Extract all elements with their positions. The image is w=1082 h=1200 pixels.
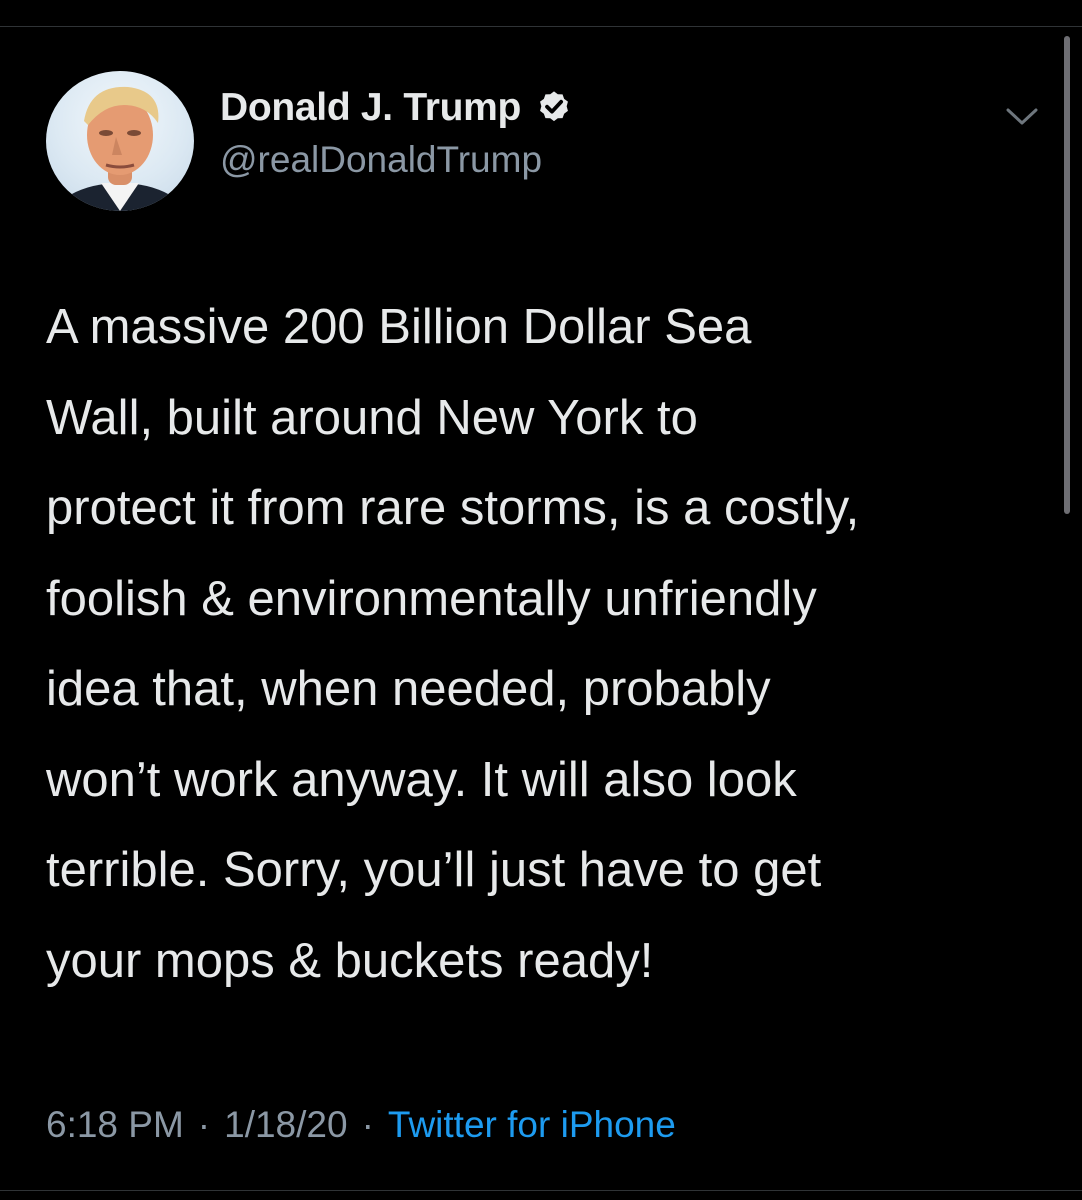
avatar[interactable] [46, 71, 194, 211]
tweet-menu-button[interactable] [1000, 100, 1044, 134]
verified-badge-icon [540, 91, 568, 122]
tweet-line: won’t work anyway. It will also look [46, 752, 797, 807]
display-name[interactable]: Donald J. Trump [220, 86, 521, 130]
tweet-time[interactable]: 6:18 PM [46, 1104, 184, 1146]
scrollbar[interactable] [1064, 36, 1070, 514]
author-header[interactable]: Donald J. Trump [220, 84, 573, 132]
user-handle[interactable]: @realDonaldTrump [220, 138, 542, 182]
avatar-portrait [53, 86, 187, 211]
tweet-line: Wall, built around New York to [46, 390, 698, 445]
tweet-text: A massive 200 Billion Dollar Sea Wall, b… [46, 282, 1046, 1006]
meta-separator: · [361, 1104, 374, 1145]
tweet-line: terrible. Sorry, you’ll just have to get [46, 843, 822, 897]
tweet-metadata: 6:18 PM · 1/18/20 · Twitter for iPhone [46, 1100, 676, 1150]
chevron-down-icon [1006, 108, 1038, 125]
tweet-line: A massive 200 Billion Dollar Sea [46, 300, 752, 354]
tweet-line: foolish & environmentally unfriendly [46, 571, 817, 626]
top-divider [0, 26, 1082, 27]
meta-separator: · [197, 1104, 211, 1145]
tweet-line: your mops & buckets ready! [46, 933, 654, 988]
tweet-line: idea that, when needed, probably [46, 662, 771, 716]
tweet-date[interactable]: 1/18/20 [224, 1104, 347, 1146]
tweet-line: protect it from rare storms, is a costly… [46, 481, 860, 535]
bottom-divider [0, 1190, 1082, 1191]
tweet-source-link[interactable]: Twitter for iPhone [388, 1104, 676, 1146]
